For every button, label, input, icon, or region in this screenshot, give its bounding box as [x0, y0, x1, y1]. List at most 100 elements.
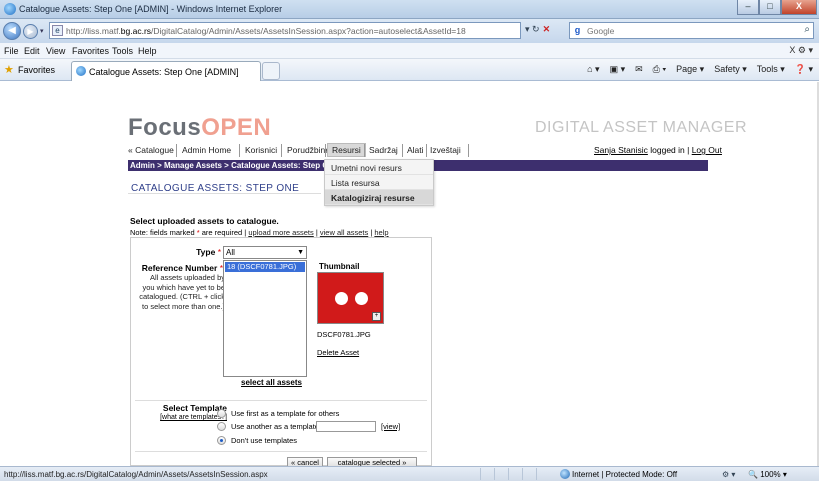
status-pane — [522, 468, 536, 480]
reference-number-label: Reference Number * — [141, 263, 223, 273]
thumbnail-dot — [355, 292, 368, 305]
menu-item-lista[interactable]: Lista resursa — [325, 175, 433, 190]
thumbnail-label: Thumbnail — [319, 262, 360, 271]
back-button[interactable]: ◀ — [3, 22, 21, 40]
delete-asset-link[interactable]: Delete Asset — [317, 348, 359, 357]
assets-listbox[interactable]: 18 (DSCF0781.JPG) — [223, 260, 307, 377]
favorites-bar: ★ Favorites Catalogue Assets: Step One [… — [0, 59, 819, 81]
nav-separator — [426, 144, 427, 157]
tools-menu[interactable]: Tools ▾ — [757, 64, 785, 75]
search-icon[interactable]: ⌕ — [804, 24, 810, 35]
help-menu[interactable]: ❓ ▾ — [795, 64, 813, 75]
what-are-templates-link[interactable]: [what are templates?] — [147, 414, 227, 421]
feeds-icon[interactable]: ▣ ▾ — [610, 64, 626, 75]
menu-bar: File Edit View Favorites Tools Help X ⚙ … — [0, 43, 819, 59]
catalogue-selected-button[interactable]: catalogue selected » — [327, 457, 417, 466]
asset-thumbnail[interactable]: + — [317, 272, 384, 324]
history-dropdown-icon[interactable]: ▾ — [40, 27, 44, 35]
nav-sadrzaj[interactable]: Sadržaj — [369, 145, 398, 155]
view-template-link[interactable]: [view] — [381, 422, 400, 431]
menu-view[interactable]: View — [46, 46, 65, 56]
refresh-icon[interactable]: ▾ ↻ — [525, 24, 540, 35]
status-pane — [508, 468, 522, 480]
zoom-level[interactable]: 🔍 100% ▾ — [748, 470, 787, 479]
nav-separator — [364, 144, 365, 157]
stop-icon[interactable]: ✕ — [543, 24, 551, 35]
zoom-icon[interactable]: + — [372, 312, 381, 321]
new-tab-button[interactable] — [262, 62, 280, 80]
menu-tools[interactable]: Tools — [112, 46, 133, 56]
reference-number-help: All assets uploaded by you which have ye… — [139, 273, 225, 311]
browser-tab[interactable]: Catalogue Assets: Step One [ADMIN] — [71, 61, 261, 81]
focusopen-logo[interactable]: FocusOPEN — [128, 114, 271, 142]
nav-porudzbine[interactable]: Porudžbine — [287, 145, 330, 155]
search-placeholder: Google — [587, 26, 615, 36]
status-pane — [480, 468, 494, 480]
radio-no-template[interactable] — [217, 436, 226, 445]
user-link[interactable]: Sanja Stanisic — [594, 145, 648, 155]
page-menu[interactable]: Page ▾ — [676, 64, 704, 75]
logout-link[interactable]: Log Out — [692, 145, 722, 155]
nav-izvestaji[interactable]: Izveštaji — [430, 145, 461, 155]
window-title: Catalogue Assets: Step One [ADMIN] - Win… — [19, 4, 283, 14]
select-template-label: Select Template — [162, 403, 227, 413]
minimize-button[interactable]: – — [737, 0, 759, 15]
nav-alati[interactable]: Alati — [407, 145, 424, 155]
ie-logo-icon — [4, 3, 16, 15]
upload-more-link[interactable]: upload more assets — [248, 228, 313, 237]
status-url: http://liss.matf.bg.ac.rs/DigitalCatalog… — [4, 470, 268, 479]
form-divider — [135, 451, 427, 452]
print-icon[interactable]: ⎙ ▾ — [653, 64, 666, 75]
catalogue-form: Type * All ▼ Reference Number * All asset… — [130, 237, 432, 466]
resursi-dropdown-menu: Umetni novi resurs Lista resursa Katalog… — [324, 159, 434, 206]
mail-icon[interactable]: ✉ — [635, 64, 643, 75]
tab-title: Catalogue Assets: Step One [ADMIN] — [89, 67, 239, 77]
radio-use-another-label[interactable]: Use another as a template: — [231, 422, 321, 431]
menu-favorites[interactable]: Favorites — [72, 46, 109, 56]
google-icon: g — [574, 25, 581, 35]
protected-mode-icon[interactable]: ⚙ ▾ — [722, 470, 735, 479]
url-input[interactable]: e http://liss.matf.bg.ac.rs/DigitalCatal… — [49, 22, 521, 39]
favorites-star-icon[interactable]: ★ — [4, 63, 14, 76]
page-content: FocusOPEN DIGITAL ASSET MANAGER « Catalo… — [0, 82, 819, 466]
nav-catalogue[interactable]: « Catalogue — [128, 145, 174, 155]
type-select[interactable]: All ▼ — [223, 246, 307, 259]
nav-admin-home[interactable]: Admin Home — [182, 145, 231, 155]
select-all-link[interactable]: select all assets — [241, 378, 302, 387]
url-text: http://liss.matf.bg.ac.rs/DigitalCatalog… — [66, 26, 466, 36]
nav-separator — [176, 144, 177, 157]
intro-text: Select uploaded assets to catalogue. — [130, 216, 279, 226]
safety-menu[interactable]: Safety ▾ — [714, 64, 747, 75]
nav-resursi[interactable]: Resursi — [327, 143, 366, 157]
radio-use-first-label[interactable]: Use first as a template for others — [231, 409, 339, 418]
menu-file[interactable]: File — [4, 46, 19, 56]
search-input[interactable]: g Google ⌕ — [569, 22, 814, 39]
nav-korisnici[interactable]: Korisnici — [245, 145, 277, 155]
template-input[interactable] — [316, 421, 376, 432]
internet-zone-icon — [560, 469, 570, 479]
tab-ie-icon — [76, 66, 86, 76]
site-tagline: DIGITAL ASSET MANAGER — [535, 119, 748, 136]
close-window-button[interactable]: X — [781, 0, 817, 15]
menu-item-katalogiziraj[interactable]: Katalogiziraj resurse — [325, 190, 433, 205]
help-link[interactable]: help — [374, 228, 388, 237]
radio-use-another[interactable] — [217, 422, 226, 431]
cancel-button[interactable]: « cancel — [287, 457, 323, 466]
favorites-button[interactable]: Favorites — [18, 65, 55, 75]
forward-button[interactable]: ▶ — [23, 24, 38, 39]
menu-item-umetni[interactable]: Umetni novi resurs — [325, 160, 433, 175]
radio-use-first[interactable] — [217, 409, 226, 418]
radio-no-template-label[interactable]: Don't use templates — [231, 436, 297, 445]
view-all-link[interactable]: view all assets — [320, 228, 368, 237]
menu-edit[interactable]: Edit — [24, 46, 40, 56]
home-icon[interactable]: ⌂ ▾ — [587, 64, 599, 75]
menubar-right-tools[interactable]: X ⚙ ▾ — [789, 45, 813, 56]
maximize-button[interactable]: □ — [759, 0, 781, 15]
list-item[interactable]: 18 (DSCF0781.JPG) — [225, 262, 305, 272]
page-icon: e — [52, 25, 63, 36]
nav-separator — [281, 144, 282, 157]
address-bar: ◀ ▶ ▾ e http://liss.matf.bg.ac.rs/Digita… — [0, 19, 819, 43]
form-divider — [135, 400, 427, 401]
menu-help[interactable]: Help — [138, 46, 157, 56]
security-zone[interactable]: Internet | Protected Mode: Off — [572, 470, 677, 479]
